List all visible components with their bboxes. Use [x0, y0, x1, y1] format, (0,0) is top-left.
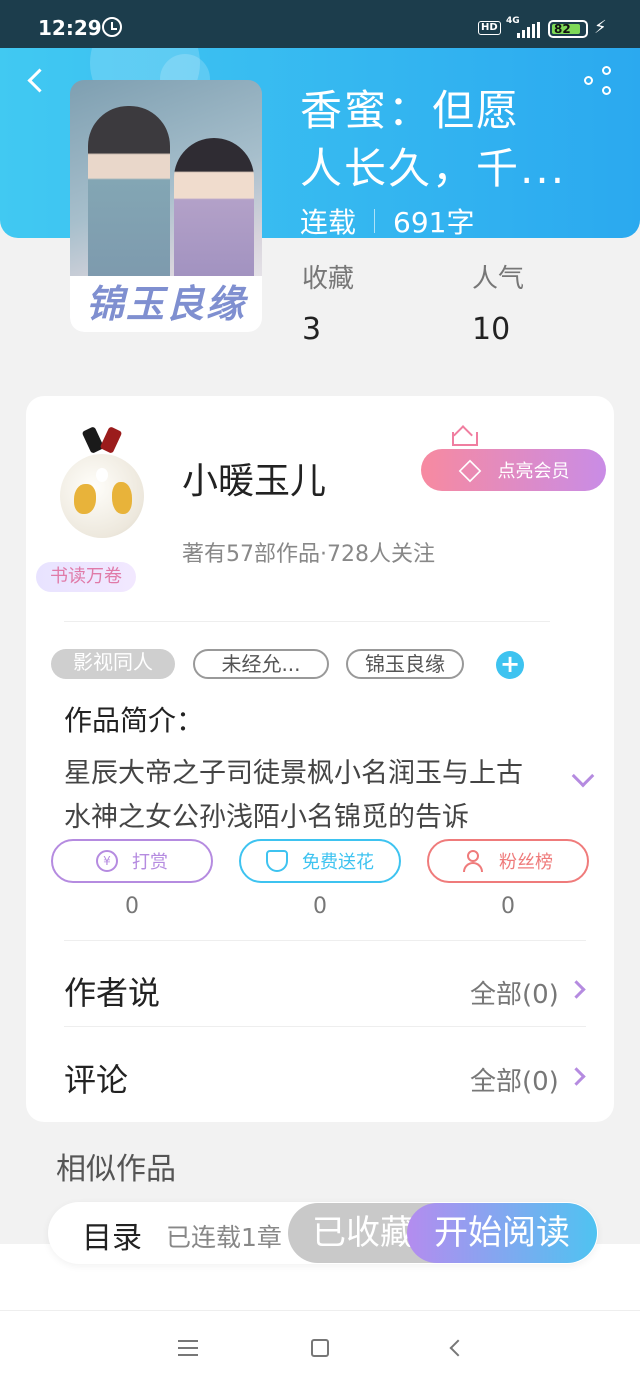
book-title: 香蜜：但愿 人长久，千...: [300, 82, 562, 198]
book-cover[interactable]: 锦玉良缘: [70, 80, 262, 332]
author-stats: 著有57部作品·728人关注: [182, 542, 435, 567]
alarm-icon: [102, 17, 122, 37]
status-bar: 12:29 HD 4G 82 ⚡: [0, 0, 640, 48]
catalog-button[interactable]: 目录: [82, 1213, 142, 1257]
intro-label: 作品简介：: [64, 704, 205, 737]
battery-icon: 82: [548, 20, 588, 38]
book-word-count: 691字: [393, 206, 475, 239]
divider: [64, 1026, 586, 1027]
diamond-icon: [458, 461, 480, 479]
intro-text: 星辰大帝之子司徒景枫小名润玉与上古水神之女公孙浅陌小名锦觅的告诉: [64, 758, 523, 833]
stat-label: 人气: [472, 264, 525, 294]
book-meta: 连载 691字: [300, 202, 474, 240]
book-title-line1: 香蜜：但愿: [300, 86, 521, 135]
author-avatar[interactable]: [52, 424, 156, 540]
vip-button[interactable]: 点亮会员: [421, 449, 606, 491]
vip-button-label: 点亮会员: [497, 461, 570, 482]
serial-status: 已连载1章: [166, 1223, 282, 1252]
cover-title: 锦玉良缘: [70, 276, 262, 332]
add-tag-button[interactable]: +: [496, 651, 524, 679]
stat-value: 3: [302, 312, 322, 347]
stat-favorites: 收藏 3: [302, 258, 354, 347]
stat-value: 10: [472, 312, 511, 347]
home-icon[interactable]: [311, 1339, 329, 1357]
flower-icon: [266, 850, 288, 872]
share-icon[interactable]: [582, 64, 616, 98]
stat-label: 收藏: [302, 264, 355, 294]
back-button[interactable]: [22, 66, 50, 94]
reward-label: 打赏: [132, 852, 168, 873]
battery-level: 82: [554, 22, 571, 36]
cover-figure-male: [88, 106, 170, 286]
cover-figure-female: [174, 138, 254, 288]
author-name[interactable]: 小暖玉儿: [182, 452, 326, 504]
crown-icon: [450, 428, 478, 446]
stat-popularity: 人气 10: [472, 258, 524, 347]
similar-works-heading: 相似作品: [56, 1152, 176, 1187]
author-note-all[interactable]: 全部(0): [470, 974, 559, 1011]
flower-count: 0: [313, 894, 327, 919]
yuan-icon: ¥: [96, 850, 118, 872]
menu-icon[interactable]: [178, 1340, 198, 1356]
tag-item[interactable]: 未经允...: [193, 649, 329, 679]
fans-count: 0: [501, 894, 515, 919]
hd-indicator: HD: [478, 21, 501, 35]
book-status: 连载: [300, 206, 357, 239]
author-level-badge: 书读万卷: [36, 562, 136, 592]
start-reading-button[interactable]: 开始阅读: [407, 1203, 597, 1263]
tag-item[interactable]: 影视同人: [51, 649, 175, 679]
reward-button[interactable]: ¥ 打赏: [51, 839, 213, 883]
divider: [64, 621, 550, 622]
charging-icon: ⚡: [594, 17, 607, 38]
book-title-line2: 人长久，千...: [300, 144, 562, 193]
fans-rank-button[interactable]: 粉丝榜: [427, 839, 589, 883]
meta-divider: [374, 209, 376, 233]
status-time: 12:29: [38, 16, 102, 40]
fans-icon: [463, 850, 485, 872]
divider: [64, 940, 586, 941]
signal-icon: [517, 22, 541, 38]
tag-item[interactable]: 锦玉良缘: [346, 649, 464, 679]
send-flower-label: 免费送花: [302, 852, 374, 873]
avatar-knot: [81, 426, 123, 454]
send-flower-button[interactable]: 免费送花: [239, 839, 401, 883]
author-note-label[interactable]: 作者说: [64, 968, 160, 1014]
comments-label[interactable]: 评论: [64, 1055, 128, 1101]
reward-count: 0: [125, 894, 139, 919]
fans-rank-label: 粉丝榜: [499, 852, 553, 873]
comments-all[interactable]: 全部(0): [470, 1061, 559, 1098]
avatar-jade: [60, 454, 144, 538]
